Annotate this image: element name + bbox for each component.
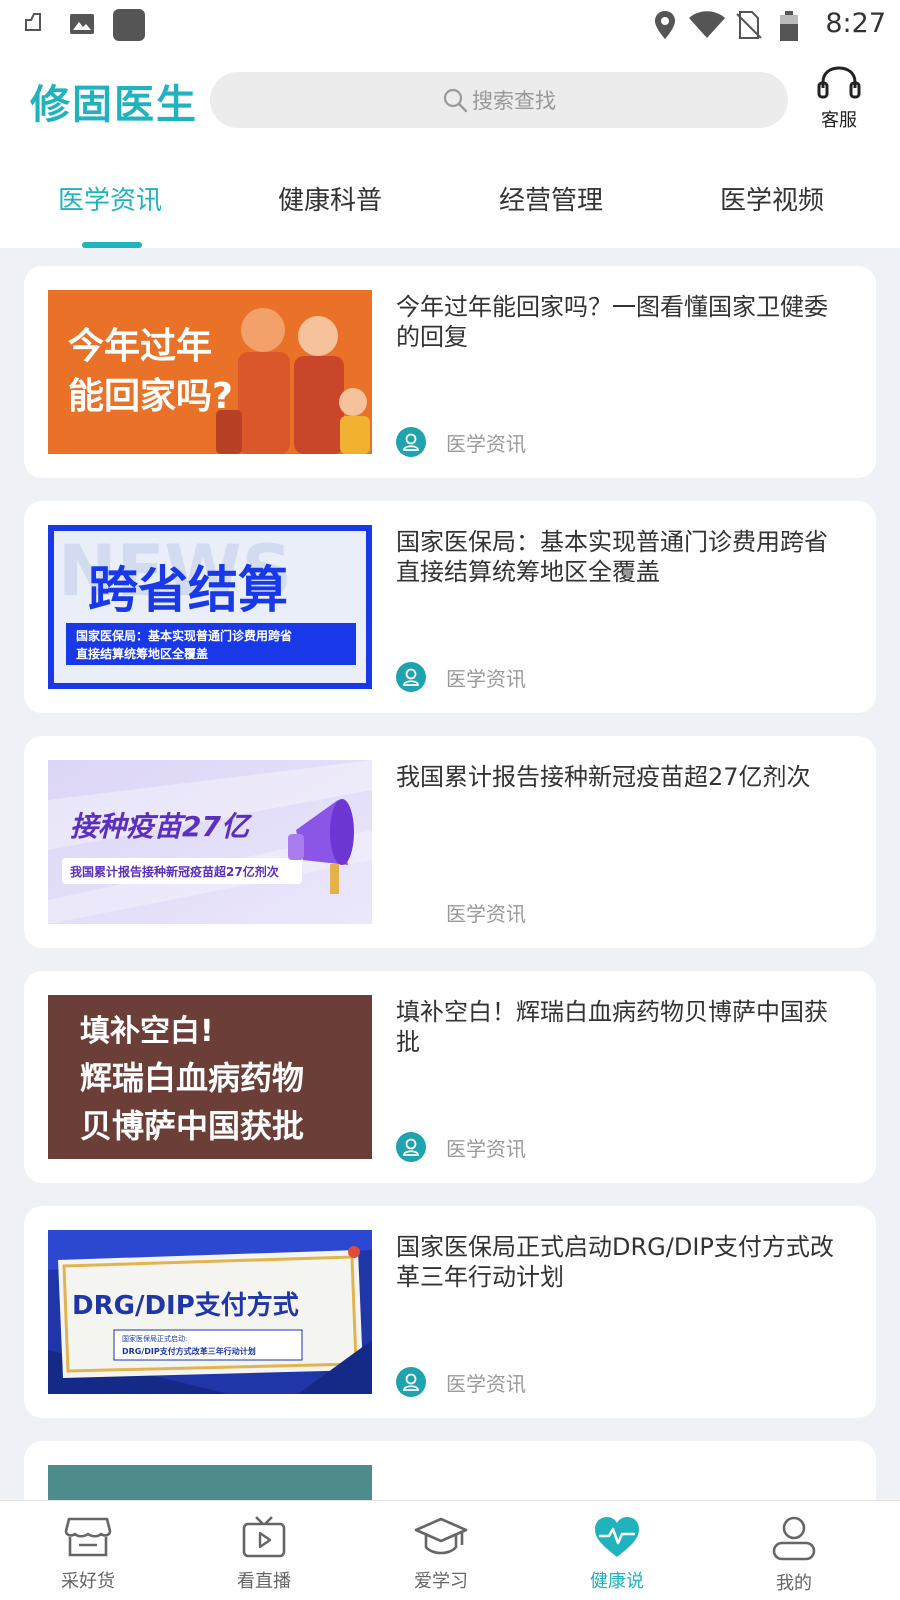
article-meta: 医学资讯 (396, 426, 526, 458)
thumb-caption: 我国累计报告接种新冠疫苗超27亿剂次 (70, 864, 279, 879)
thumb-headline: 跨省结算 (88, 561, 288, 619)
article-title[interactable]: 今年过年能回家吗？一图看懂国家卫健委的回复 (396, 292, 846, 352)
source-avatar-icon (396, 662, 426, 692)
nav-item-profile[interactable]: 我的 (734, 1515, 854, 1595)
search-bar[interactable]: 搜索查找 (210, 72, 788, 128)
article-thumbnail (48, 1465, 372, 1500)
tab-medical-news[interactable]: 医学资讯 (10, 180, 210, 217)
article-source: 医学资讯 (446, 666, 526, 691)
status-bar: 8:27 (0, 0, 900, 50)
source-avatar-icon (396, 1367, 426, 1397)
article-meta: 医学资讯 (396, 896, 526, 928)
category-tabs: 医学资讯 健康科普 经营管理 医学视频 (0, 150, 900, 248)
thumb-text-line1: 今年过年 (68, 326, 212, 367)
app-header: 修固医生 搜索查找 客服 (0, 50, 900, 150)
graduation-cap-icon (414, 1517, 468, 1555)
notification-app-icon (25, 13, 41, 31)
search-icon (443, 88, 468, 113)
search-placeholder: 搜索查找 (472, 89, 556, 113)
location-icon (655, 11, 675, 39)
article-source: 医学资讯 (446, 1371, 526, 1396)
article-card[interactable]: NEWS 跨省结算 国家医保局：基本实现普通门诊费用跨省 直接结算统筹地区全覆盖… (24, 501, 876, 713)
gallery-icon (70, 14, 94, 34)
no-sim-icon (736, 11, 762, 39)
article-title[interactable]: 我国累计报告接种新冠疫苗超27亿剂次 (396, 762, 846, 792)
nav-item-live[interactable]: 看直播 (204, 1515, 324, 1593)
article-card[interactable]: 填补空白! 辉瑞白血病药物 贝博萨中国获批 填补空白！辉瑞白血病药物贝博萨中国获… (24, 971, 876, 1183)
thumb-text-line3: 贝博萨中国获批 (80, 1107, 304, 1145)
article-card[interactable]: 今年过年 能回家吗? 今年过年能回家吗？一图看懂国家卫健委的回复 医学资讯 (24, 266, 876, 478)
app-logo: 修固医生 (30, 82, 198, 128)
headset-icon (817, 66, 861, 99)
heart-pulse-icon (595, 1517, 639, 1557)
article-thumbnail: DRG/DIP支付方式 国家医保局正式启动: DRG/DIP支付方式改革三年行动… (48, 1230, 372, 1394)
thumb-headline: DRG/DIP支付方式 (72, 1290, 299, 1321)
article-source: 医学资讯 (446, 1136, 526, 1161)
tab-health-science[interactable]: 健康科普 (230, 180, 430, 217)
article-source: 医学资讯 (446, 431, 526, 456)
article-list: 今年过年 能回家吗? 今年过年能回家吗？一图看懂国家卫健委的回复 医学资讯 NE… (0, 248, 900, 1500)
thumb-caption-1: 国家医保局正式启动: (122, 1334, 187, 1343)
bottom-navigation: 采好货 看直播 爱学习 健康说 我的 (0, 1500, 900, 1600)
nav-item-shop[interactable]: 采好货 (28, 1515, 148, 1593)
article-thumbnail: NEWS 跨省结算 国家医保局：基本实现普通门诊费用跨省 直接结算统筹地区全覆盖 (48, 525, 372, 689)
user-icon (772, 1516, 816, 1561)
thumb-text-line2: 能回家吗? (68, 376, 233, 417)
nav-label: 采好货 (61, 1571, 115, 1592)
article-meta: 医学资讯 (396, 1131, 526, 1163)
article-thumbnail: 接种疫苗27亿 我国累计报告接种新冠疫苗超27亿剂次 (48, 760, 372, 924)
article-title[interactable]: 国家医保局正式启动DRG/DIP支付方式改革三年行动计划 (396, 1232, 846, 1292)
nav-label: 爱学习 (414, 1571, 468, 1592)
article-thumbnail: 填补空白! 辉瑞白血病药物 贝博萨中国获批 (48, 995, 372, 1159)
customer-service-label: 客服 (821, 110, 857, 131)
nav-label: 健康说 (590, 1571, 644, 1592)
thumb-text-line1: 填补空白! (80, 1014, 214, 1049)
status-time: 8:27 (825, 8, 886, 39)
wifi-icon (689, 11, 725, 38)
article-title[interactable]: 填补空白！辉瑞白血病药物贝博萨中国获批 (396, 997, 846, 1057)
tab-medical-video[interactable]: 医学视频 (672, 180, 872, 217)
thumb-text-line2: 辉瑞白血病药物 (80, 1059, 304, 1097)
customer-service-button[interactable]: 客服 (814, 66, 864, 132)
thumb-caption-2: DRG/DIP支付方式改革三年行动计划 (122, 1346, 256, 1356)
source-avatar-icon (396, 1132, 426, 1162)
thumb-caption-2: 直接结算统筹地区全覆盖 (76, 646, 208, 661)
source-avatar-icon (396, 427, 426, 457)
article-meta: 医学资讯 (396, 1366, 526, 1398)
tv-play-icon (242, 1516, 286, 1558)
thumb-headline: 接种疫苗27亿 (70, 810, 253, 843)
tab-business-management[interactable]: 经营管理 (451, 180, 651, 217)
nav-label: 看直播 (237, 1571, 291, 1592)
article-card[interactable] (24, 1441, 876, 1500)
article-source: 医学资讯 (446, 901, 526, 926)
nav-label: 我的 (776, 1573, 812, 1594)
nav-item-learn[interactable]: 爱学习 (381, 1515, 501, 1593)
app-square-icon (113, 9, 145, 41)
store-icon (64, 1517, 112, 1557)
article-card[interactable]: DRG/DIP支付方式 国家医保局正式启动: DRG/DIP支付方式改革三年行动… (24, 1206, 876, 1418)
battery-icon (780, 11, 798, 41)
nav-item-health[interactable]: 健康说 (557, 1515, 677, 1593)
article-title[interactable]: 国家医保局：基本实现普通门诊费用跨省直接结算统筹地区全覆盖 (396, 527, 846, 587)
article-thumbnail: 今年过年 能回家吗? (48, 290, 372, 454)
article-meta: 医学资讯 (396, 661, 526, 693)
article-card[interactable]: 接种疫苗27亿 我国累计报告接种新冠疫苗超27亿剂次 我国累计报告接种新冠疫苗超… (24, 736, 876, 948)
thumb-caption-1: 国家医保局：基本实现普通门诊费用跨省 (76, 628, 292, 643)
